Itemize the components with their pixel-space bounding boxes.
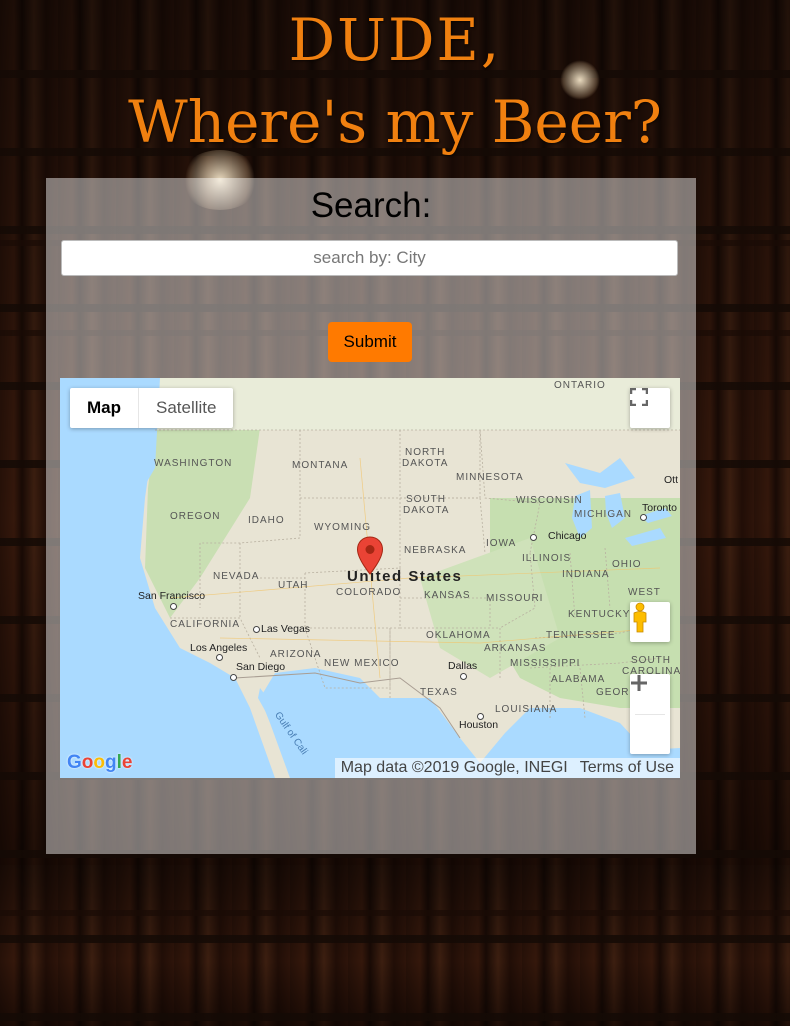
map-label-colorado: COLORADO — [336, 587, 402, 598]
map-city-ottawa: Ott — [664, 474, 679, 486]
fullscreen-button[interactable] — [630, 388, 670, 428]
map-label-kansas: KANSAS — [424, 590, 471, 601]
map-label-alabama: ALABAMA — [551, 674, 606, 685]
map-label-kentucky: KENTUCKY — [568, 609, 631, 620]
page-title-line2: Where's my Beer? — [128, 88, 662, 156]
map-label-washington: WASHINGTON — [154, 458, 233, 469]
map-label-ohio: OHIO — [612, 559, 642, 570]
search-label: Search: — [310, 186, 432, 225]
map-label-texas: TEXAS — [420, 687, 458, 698]
map-label-minnesota: MINNESOTA — [456, 472, 524, 483]
map-city-san-francisco: San Francisco — [138, 590, 206, 602]
map-label-california: CALIFORNIA — [170, 619, 241, 630]
map-city-las-vegas: Las Vegas — [261, 623, 311, 635]
map-label-north-dakota-1: NORTH — [405, 447, 446, 458]
map-city-chicago: Chicago — [548, 530, 587, 542]
city-search-input[interactable] — [61, 240, 678, 276]
map-label-arkansas: ARKANSAS — [484, 643, 547, 654]
map-label-iowa: IOWA — [486, 538, 517, 549]
map-label-montana: MONTANA — [292, 460, 349, 471]
map-label-south-carolina-1: SOUTH — [631, 655, 671, 666]
map-type-control: Map Satellite — [70, 388, 234, 428]
map-label-arizona: ARIZONA — [270, 649, 322, 660]
map-label-ontario: ONTARIO — [554, 380, 606, 391]
map-label-nebraska: NEBRASKA — [404, 545, 467, 556]
map-label-illinois: ILLINOIS — [522, 553, 572, 564]
map-label-nevada: NEVADA — [213, 571, 260, 582]
map-label-louisiana: LOUISIANA — [495, 704, 558, 715]
zoom-out-button[interactable] — [630, 681, 670, 754]
google-logo: Google — [67, 752, 133, 773]
map-label-utah: UTAH — [278, 580, 309, 591]
map-type-satellite-button[interactable]: Satellite — [139, 388, 233, 428]
submit-button[interactable]: Submit — [328, 322, 412, 362]
zoom-control — [630, 674, 670, 754]
terms-of-use-link[interactable]: Terms of Use — [580, 758, 674, 778]
map-label-wyoming: WYOMING — [314, 522, 371, 533]
map-label-south-dakota-1: SOUTH — [406, 494, 446, 505]
map-city-dallas: Dallas — [448, 660, 478, 672]
map-label-wisconsin: WISCONSIN — [516, 495, 583, 506]
map-label-new-mexico: NEW MEXICO — [324, 658, 400, 669]
map-label-south-dakota-2: DAKOTA — [403, 505, 450, 516]
map-label-indiana: INDIANA — [562, 569, 610, 580]
map-label-oregon: OREGON — [170, 511, 221, 522]
map-type-map-button[interactable]: Map — [70, 388, 139, 428]
pegman-icon — [633, 602, 647, 633]
map-label-oklahoma: OKLAHOMA — [426, 630, 491, 641]
map-label-west: WEST — [628, 587, 661, 598]
map-city-san-diego: San Diego — [236, 661, 286, 673]
map-city-toronto: Toronto — [642, 502, 678, 514]
map-data-credit: Map data ©2019 Google, INEGI — [340, 759, 568, 776]
street-view-button[interactable] — [630, 602, 670, 642]
map-label-tennessee: TENNESSEE — [546, 630, 616, 641]
zoom-out-icon — [631, 681, 647, 685]
google-map[interactable]: ONTARIO WASHINGTON MONTANA NORTH DAKOTA … — [60, 378, 680, 778]
map-attribution: Map data ©2019 Google, INEGI Terms of Us… — [334, 758, 680, 778]
map-label-idaho: IDAHO — [248, 515, 285, 526]
map-city-los-angeles: Los Angeles — [190, 642, 248, 654]
map-label-mississippi: MISSISSIPPI — [510, 658, 581, 669]
fullscreen-icon — [630, 388, 648, 406]
map-city-houston: Houston — [459, 719, 499, 731]
map-label-missouri: MISSOURI — [486, 593, 544, 604]
map-label-michigan: MICHIGAN — [574, 509, 632, 520]
map-label-north-dakota-2: DAKOTA — [402, 458, 449, 469]
page-title-line1: DUDE, — [288, 6, 502, 74]
map-marker-icon[interactable] — [356, 536, 384, 576]
